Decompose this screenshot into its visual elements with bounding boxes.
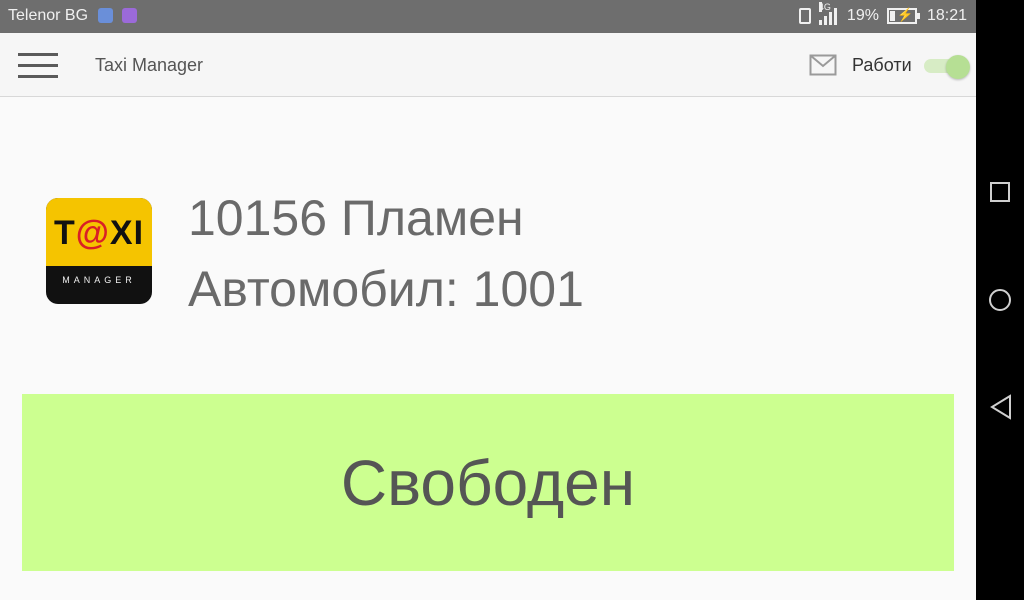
main-content: T@XI MANAGER 10156 Пламен Автомобил: 100… [0, 97, 976, 600]
menu-icon[interactable] [18, 53, 58, 79]
logo-wordmark: T@XI [53, 214, 145, 252]
logo-subtitle: MANAGER [62, 275, 136, 285]
battery-percent: 19% [846, 7, 879, 24]
clock: 18:21 [926, 7, 967, 24]
driver-status-label: Свободен [340, 446, 636, 519]
signal-icon: 4G [818, 2, 843, 25]
status-icons: 4G 19% ⚡ 18:21 [798, 2, 967, 25]
toggle-thumb [946, 55, 970, 79]
work-toggle-label: Работи [852, 55, 912, 75]
back-icon[interactable] [990, 394, 1012, 420]
vibrate-icon [798, 8, 811, 24]
network-type: 4G [818, 2, 831, 12]
mail-icon[interactable] [809, 54, 837, 76]
car-number: Автомобил: 1001 [188, 261, 584, 317]
driver-id-name: 10156 Пламен [188, 190, 524, 246]
location-notification-icon [98, 8, 113, 23]
app-title: Taxi Manager [95, 55, 204, 75]
image-notification-icon [122, 8, 137, 23]
battery-charging-icon: ⚡ [886, 7, 920, 24]
taxi-manager-logo: T@XI MANAGER [46, 198, 152, 304]
status-bar: Telenor BG 4G 19% ⚡ 18:21 [0, 0, 976, 33]
driver-status-button[interactable]: Свободен [22, 394, 954, 571]
home-icon[interactable] [989, 289, 1011, 311]
carrier-name: Telenor BG [8, 7, 89, 24]
app-bar: Taxi Manager Работи [0, 33, 976, 97]
work-toggle[interactable] [924, 55, 970, 79]
recent-apps-icon[interactable] [990, 182, 1010, 202]
